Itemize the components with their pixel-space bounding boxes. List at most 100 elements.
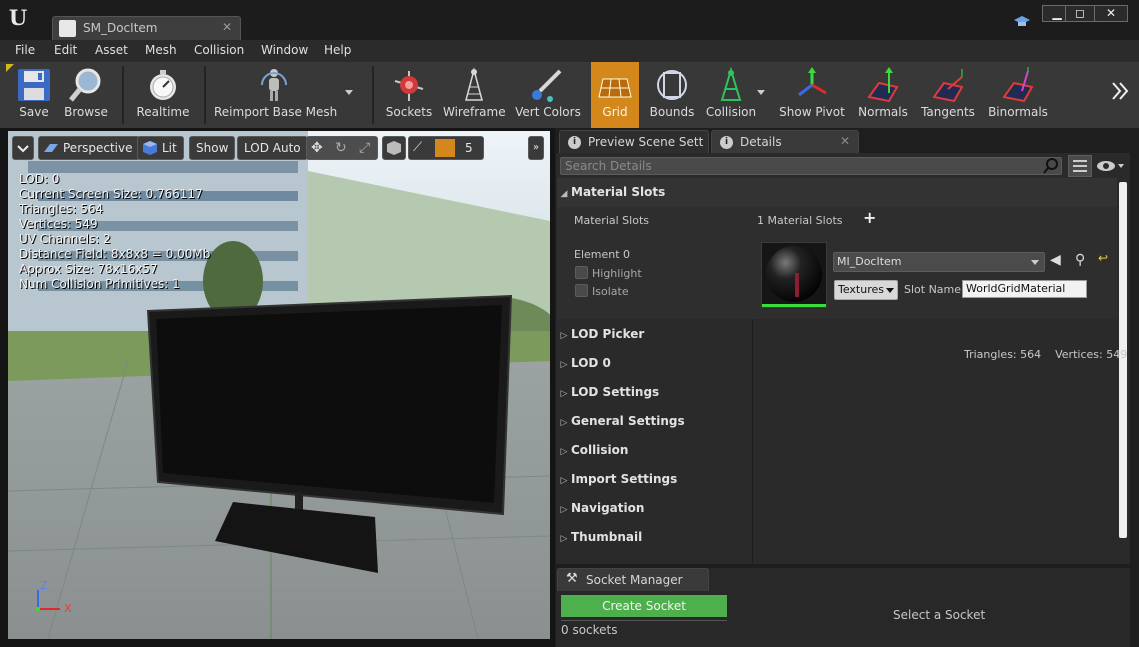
perspective-button[interactable]: Perspective — [38, 136, 140, 160]
document-tab-close-icon[interactable]: ✕ — [222, 20, 232, 34]
create-socket-button[interactable]: Create Socket — [561, 595, 727, 617]
collision-icon — [720, 67, 742, 101]
category-lod-0[interactable]: ▷ LOD 0 — [557, 349, 753, 378]
menu-mesh[interactable]: Mesh — [145, 43, 177, 57]
category-thumbnail[interactable]: ▷ Thumbnail — [557, 523, 753, 552]
binormals-button[interactable]: Binormals — [985, 62, 1051, 128]
stat-lod: LOD: 0 — [19, 172, 60, 186]
search-input[interactable]: Search Details — [560, 157, 1062, 175]
highlight-label: Highlight — [592, 267, 642, 280]
tab-socket-manager-label: Socket Manager — [586, 573, 683, 587]
translate-icon[interactable]: ✥ — [311, 137, 323, 159]
tab-socket-manager[interactable]: ⚒ Socket Manager — [557, 568, 709, 591]
collapsed-arrow-icon: ▷ — [560, 476, 568, 486]
vert-colors-button[interactable]: Vert Colors — [512, 62, 584, 128]
slot-name-input[interactable]: WorldGridMaterial — [962, 280, 1087, 298]
bounds-button[interactable]: Bounds — [645, 62, 699, 128]
scale-icon[interactable]: ⤢ — [359, 137, 370, 159]
lod-auto-button[interactable]: LOD Auto — [237, 136, 308, 160]
view-options-button[interactable] — [1096, 157, 1126, 175]
lit-button[interactable]: Lit — [137, 136, 184, 160]
show-pivot-button[interactable]: Show Pivot — [776, 62, 848, 128]
category-material-slots[interactable]: ◢ Material Slots — [557, 178, 1117, 207]
browse-to-asset-icon[interactable]: ⚲ — [1075, 252, 1085, 268]
binormals-label: Binormals — [988, 105, 1048, 119]
expanded-arrow-icon: ◢ — [560, 189, 568, 199]
toolbar-overflow-icon[interactable] — [1110, 80, 1130, 102]
viewport[interactable]: Perspective Lit Show LOD Auto ✥ ↻ ⤢ ⟋ 5 … — [8, 131, 550, 639]
category-label: LOD Picker — [571, 327, 645, 341]
surface-snap-icon[interactable]: ⟋ — [413, 137, 422, 159]
details-panel: Search Details ◢ Material Slots Material … — [556, 153, 1130, 564]
document-tab[interactable]: SM_DocItem ✕ — [52, 16, 241, 40]
textures-dropdown[interactable]: Textures — [834, 280, 898, 300]
graduation-cap-icon[interactable] — [1014, 14, 1030, 28]
collapsed-arrow-icon: ▷ — [560, 447, 568, 457]
collapsed-arrow-icon: ▷ — [560, 360, 568, 370]
toolbar: Save Browse Realtime Reimport Base Mesh … — [0, 62, 1139, 128]
show-pivot-label: Show Pivot — [779, 105, 845, 119]
property-matrix-button[interactable] — [1068, 155, 1092, 177]
highlight-checkbox[interactable] — [575, 266, 588, 279]
menu-asset[interactable]: Asset — [95, 43, 128, 57]
tangents-button[interactable]: Tangents — [917, 62, 979, 128]
category-lod-settings[interactable]: ▷ LOD Settings — [557, 378, 753, 407]
menu-window[interactable]: Window — [261, 43, 308, 57]
category-general-settings[interactable]: ▷ General Settings — [557, 407, 753, 436]
browse-label: Browse — [64, 105, 108, 119]
show-button[interactable]: Show — [189, 136, 236, 160]
lit-label: Lit — [162, 141, 177, 155]
category-lod-picker[interactable]: ▷ LOD Picker — [557, 320, 753, 349]
save-button[interactable]: Save — [10, 62, 58, 128]
reimport-label: Reimport Base Mesh — [214, 105, 338, 119]
category-label: Import Settings — [571, 472, 678, 486]
stopwatch-icon — [150, 70, 176, 100]
tab-details-close-icon[interactable]: ✕ — [840, 134, 850, 148]
menu-collision[interactable]: Collision — [194, 43, 244, 57]
close-button[interactable]: ✕ — [1094, 5, 1128, 22]
rotate-icon[interactable]: ↻ — [335, 137, 347, 159]
tab-preview-scene-settings[interactable]: i Preview Scene Sett — [559, 130, 709, 153]
search-icon — [1043, 158, 1058, 174]
viewport-options-button[interactable] — [12, 136, 34, 160]
reimport-button[interactable]: Reimport Base Mesh — [214, 62, 338, 128]
tab-details[interactable]: i Details ✕ — [711, 130, 859, 153]
collapsed-arrow-icon: ▷ — [560, 418, 568, 428]
reset-to-default-icon[interactable]: ↩ — [1098, 251, 1108, 265]
collision-button[interactable]: Collision — [705, 62, 757, 128]
normals-button[interactable]: Normals — [855, 62, 911, 128]
save-icon — [18, 69, 50, 101]
sockets-button[interactable]: Sockets — [382, 62, 436, 128]
textures-label: Textures — [838, 283, 884, 296]
world-local-button[interactable] — [382, 136, 406, 160]
add-material-slot-icon[interactable]: + — [863, 208, 876, 227]
tangents-icon — [932, 69, 964, 103]
realtime-button[interactable]: Realtime — [132, 62, 194, 128]
grid-snap-icon[interactable] — [435, 139, 455, 157]
axis-x-label: X — [64, 602, 72, 615]
collision-dropdown-icon[interactable] — [757, 90, 765, 95]
menu-help[interactable]: Help — [324, 43, 351, 57]
grid-button[interactable]: Grid — [591, 62, 639, 128]
reimport-dropdown-icon[interactable] — [345, 90, 353, 95]
category-navigation[interactable]: ▷ Navigation — [557, 494, 753, 523]
isolate-checkbox[interactable] — [575, 284, 588, 297]
wireframe-button[interactable]: Wireframe — [443, 62, 506, 128]
category-import-settings[interactable]: ▷ Import Settings — [557, 465, 753, 494]
use-selected-arrow-icon[interactable]: ◀ — [1050, 252, 1061, 268]
bounds-icon — [657, 70, 687, 100]
maximize-button[interactable]: ◻ — [1065, 5, 1095, 22]
menu-edit[interactable]: Edit — [54, 43, 77, 57]
material-select[interactable]: MI_DocItem — [833, 252, 1045, 272]
material-slots-count: 1 Material Slots — [757, 214, 843, 227]
category-collision[interactable]: ▷ Collision — [557, 436, 753, 465]
browse-button[interactable]: Browse — [60, 62, 112, 128]
material-slots-label: Material Slots — [574, 214, 649, 227]
menu-file[interactable]: File — [15, 43, 35, 57]
wrench-icon: ⚒ — [566, 571, 578, 586]
material-thumbnail[interactable] — [761, 242, 827, 308]
grid-snap-value[interactable]: 5 — [465, 137, 473, 159]
category-label: Material Slots — [571, 185, 666, 199]
viewport-menu-expand-button[interactable]: » — [528, 136, 544, 160]
vert-colors-icon — [532, 69, 562, 102]
